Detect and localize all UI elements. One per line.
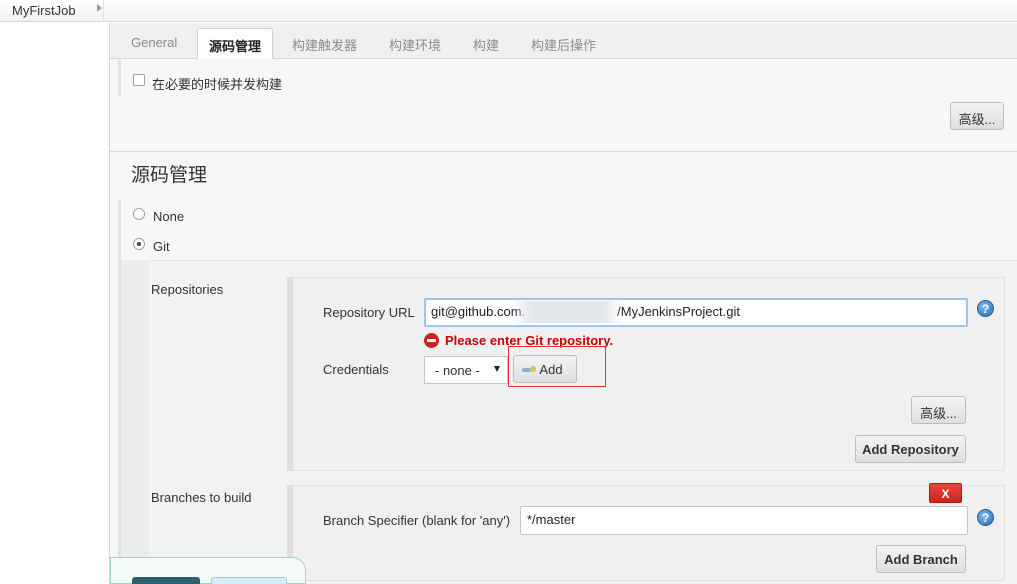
scm-none-label: None xyxy=(153,209,185,224)
add-repository-button[interactable]: Add Repository xyxy=(855,435,966,463)
tab-label: 构建环境 xyxy=(389,38,442,53)
credentials-label: Credentials xyxy=(323,362,389,377)
delete-branch-button[interactable]: X xyxy=(929,483,962,503)
apply-button[interactable] xyxy=(211,577,287,584)
branch-specifier-help-icon[interactable]: ? xyxy=(977,509,994,526)
button-label: 高级... xyxy=(958,112,996,127)
repository-url-suffix: /MyJenkinsProject.git xyxy=(617,304,740,319)
repository-url-input[interactable]: git@github.com./MyJenkinsProject.git xyxy=(424,298,968,327)
redacted-region xyxy=(512,301,622,323)
chevron-down-icon xyxy=(494,366,500,372)
help-glyph: ? xyxy=(981,302,990,316)
branch-specifier-label: Branch Specifier (blank for 'any') xyxy=(323,513,511,528)
button-label: Add Repository xyxy=(862,442,959,457)
breadcrumb-bar xyxy=(0,0,1017,22)
breadcrumb-chevron-icon[interactable] xyxy=(97,4,102,12)
concurrent-build-checkbox[interactable] xyxy=(133,74,145,86)
help-glyph: ? xyxy=(981,511,990,525)
section-divider xyxy=(110,151,1017,152)
tab-post-build-actions[interactable]: 构建后操作 xyxy=(520,28,607,59)
button-label: 高级... xyxy=(920,406,957,421)
tab-build-triggers[interactable]: 构建触发器 xyxy=(281,28,368,59)
tab-label: 构建后操作 xyxy=(531,38,597,53)
button-label: X xyxy=(941,487,950,501)
repositories-label: Repositories xyxy=(151,282,224,297)
scm-git-radio[interactable] xyxy=(133,238,145,250)
scm-none-radio[interactable] xyxy=(133,208,145,220)
branches-label: Branches to build xyxy=(151,490,252,505)
button-label: Add Branch xyxy=(884,552,958,567)
scm-section-title: 源码管理 xyxy=(131,165,208,186)
error-icon xyxy=(424,333,439,348)
git-indent-rule xyxy=(121,260,149,584)
repositories-block-rule xyxy=(287,277,293,471)
general-advanced-button[interactable]: 高级... xyxy=(950,102,1004,130)
button-label: Add xyxy=(539,362,563,377)
credentials-selected-value: - none - xyxy=(435,363,480,378)
tab-general[interactable]: General xyxy=(120,28,188,59)
branch-specifier-value: */master xyxy=(527,512,576,527)
tab-build[interactable]: 构建 xyxy=(462,28,510,59)
key-icon-head xyxy=(530,366,536,372)
tab-label: 源码管理 xyxy=(209,39,262,54)
branch-specifier-input[interactable]: */master xyxy=(520,506,968,535)
tab-label: 构建触发器 xyxy=(292,38,358,53)
save-button[interactable] xyxy=(132,577,200,584)
breadcrumb-job-label: MyFirstJob xyxy=(12,3,76,18)
section-indent-rule xyxy=(118,60,121,96)
tab-build-environment[interactable]: 构建环境 xyxy=(378,28,452,59)
scm-git-label: Git xyxy=(153,239,170,254)
repository-url-label: Repository URL xyxy=(323,305,415,320)
breadcrumb-job-link[interactable]: MyFirstJob xyxy=(0,0,104,22)
repository-advanced-button[interactable]: 高级... xyxy=(911,396,966,424)
tab-label: General xyxy=(131,35,178,50)
add-branch-button[interactable]: Add Branch xyxy=(876,545,966,573)
tab-source-code-management[interactable]: 源码管理 xyxy=(197,28,274,59)
left-sidebar xyxy=(0,23,110,584)
concurrent-build-label: 在必要的时候并发构建 xyxy=(152,77,283,92)
tab-label: 构建 xyxy=(473,38,500,53)
repository-url-help-icon[interactable]: ? xyxy=(977,300,994,317)
